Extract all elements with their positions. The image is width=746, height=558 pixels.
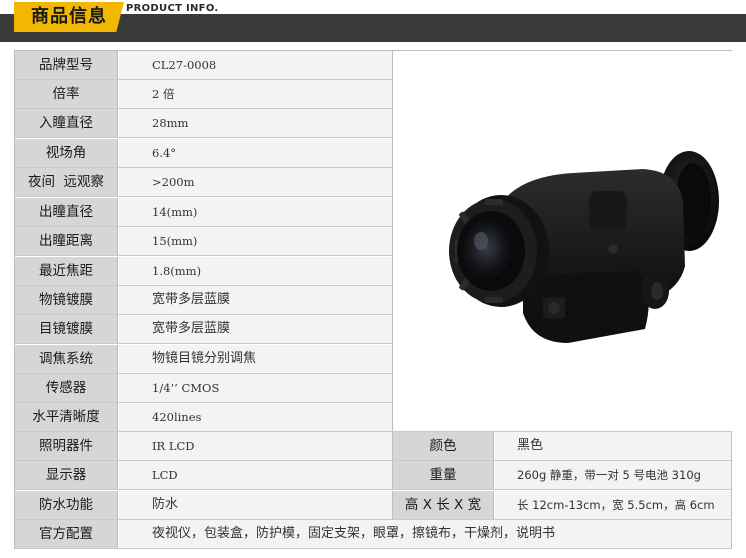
spec-row-night-range: 夜间 远观察 >200m: [15, 168, 392, 197]
spec-label: 品牌型号: [15, 51, 118, 79]
spec-label: 目镜镀膜: [15, 315, 118, 343]
spec-row-field-of-view: 视场角 6.4°: [15, 139, 392, 168]
spec-label: 出瞳直径: [15, 198, 118, 226]
spec-row-entrance-pupil: 入瞳直径 28mm: [15, 109, 392, 138]
spec-value: CL27-0008: [119, 51, 392, 79]
spec-label: 倍率: [15, 80, 118, 108]
spec-row-exit-pupil-diameter: 出瞳直径 14(mm): [15, 198, 392, 227]
spec-label: 高 X 长 X 宽: [392, 491, 494, 519]
section-title: 商品信息: [14, 2, 124, 32]
section-header: 商品信息 PRODUCT INFO.: [0, 0, 746, 42]
spec-value: 夜视仪，包装盒，防护模，固定支架，眼罩，擦镜布，干燥剂，说明书: [119, 520, 731, 548]
spec-label: 水平清晰度: [15, 403, 118, 431]
section-subtitle: PRODUCT INFO.: [126, 3, 219, 14]
spec-value: IR LCD: [119, 432, 392, 460]
spec-label: 防水功能: [15, 491, 118, 519]
spec-label: 照明器件: [15, 432, 118, 460]
spec-value: 28mm: [119, 109, 392, 137]
spec-value: 1/4’’ CMOS: [119, 374, 392, 402]
spec-value: 14(mm): [119, 198, 392, 226]
spec-label: 显示器: [15, 461, 118, 489]
spec-value: 2 倍: [119, 80, 392, 108]
spec-table: 品牌型号 CL27-0008 倍率 2 倍 入瞳直径 28mm 视场角 6.4°…: [14, 50, 732, 549]
spec-row-display: 显示器 LCD 重量 260g 静重，带一对 5 号电池 310g: [15, 461, 731, 490]
spec-label: 重量: [392, 461, 494, 489]
spec-row-exit-pupil-distance: 出瞳距离 15(mm): [15, 227, 392, 256]
spec-value: 防水: [119, 491, 392, 519]
spec-label: 颜色: [392, 432, 494, 460]
spec-value: 1.8(mm): [119, 257, 392, 285]
spec-row-resolution: 水平清晰度 420lines: [15, 403, 392, 432]
spec-label: 出瞳距离: [15, 227, 118, 255]
spec-row-eyepiece-coating: 目镜镀膜 宽带多层蓝膜: [15, 315, 392, 344]
spec-value: 15(mm): [119, 227, 392, 255]
spec-label: 最近焦距: [15, 257, 118, 285]
spec-value: 黑色: [495, 432, 731, 460]
spec-value: 宽带多层蓝膜: [119, 286, 392, 314]
spec-value: 260g 静重，带一对 5 号电池 310g: [495, 461, 731, 489]
spec-row-package: 官方配置 夜视仪，包装盒，防护模，固定支架，眼罩，擦镜布，干燥剂，说明书: [15, 520, 731, 549]
spec-value: 420lines: [119, 403, 392, 431]
spec-label: 官方配置: [15, 520, 118, 548]
spec-row-brand-model: 品牌型号 CL27-0008: [15, 51, 392, 80]
spec-label: 视场角: [15, 139, 118, 167]
spec-row-illuminator: 照明器件 IR LCD 颜色 黑色: [15, 432, 731, 461]
spec-value: 物镜目镜分别调焦: [119, 345, 392, 373]
spec-value: LCD: [119, 461, 392, 489]
spec-row-objective-coating: 物镜镀膜 宽带多层蓝膜: [15, 286, 392, 315]
spec-value: 宽带多层蓝膜: [119, 315, 392, 343]
spec-label: 入瞳直径: [15, 109, 118, 137]
product-image: [392, 51, 732, 432]
spec-label: 传感器: [15, 374, 118, 402]
spec-row-min-focus: 最近焦距 1.8(mm): [15, 257, 392, 286]
spec-label: 物镜镀膜: [15, 286, 118, 314]
spec-label: 调焦系统: [15, 345, 118, 373]
spec-label: 夜间 远观察: [15, 168, 118, 196]
spec-row-focus-system: 调焦系统 物镜目镜分别调焦: [15, 345, 392, 374]
spec-row-waterproof: 防水功能 防水 高 X 长 X 宽 长 12cm-13cm，宽 5.5cm，高 …: [15, 491, 731, 520]
spec-row-magnification: 倍率 2 倍: [15, 80, 392, 109]
spec-value: 6.4°: [119, 139, 392, 167]
spec-value: >200m: [119, 168, 392, 196]
spec-value: 长 12cm-13cm，宽 5.5cm，高 6cm: [495, 491, 731, 519]
night-vision-monocular-photo-icon: [449, 151, 719, 343]
spec-row-sensor: 传感器 1/4’’ CMOS: [15, 374, 392, 403]
